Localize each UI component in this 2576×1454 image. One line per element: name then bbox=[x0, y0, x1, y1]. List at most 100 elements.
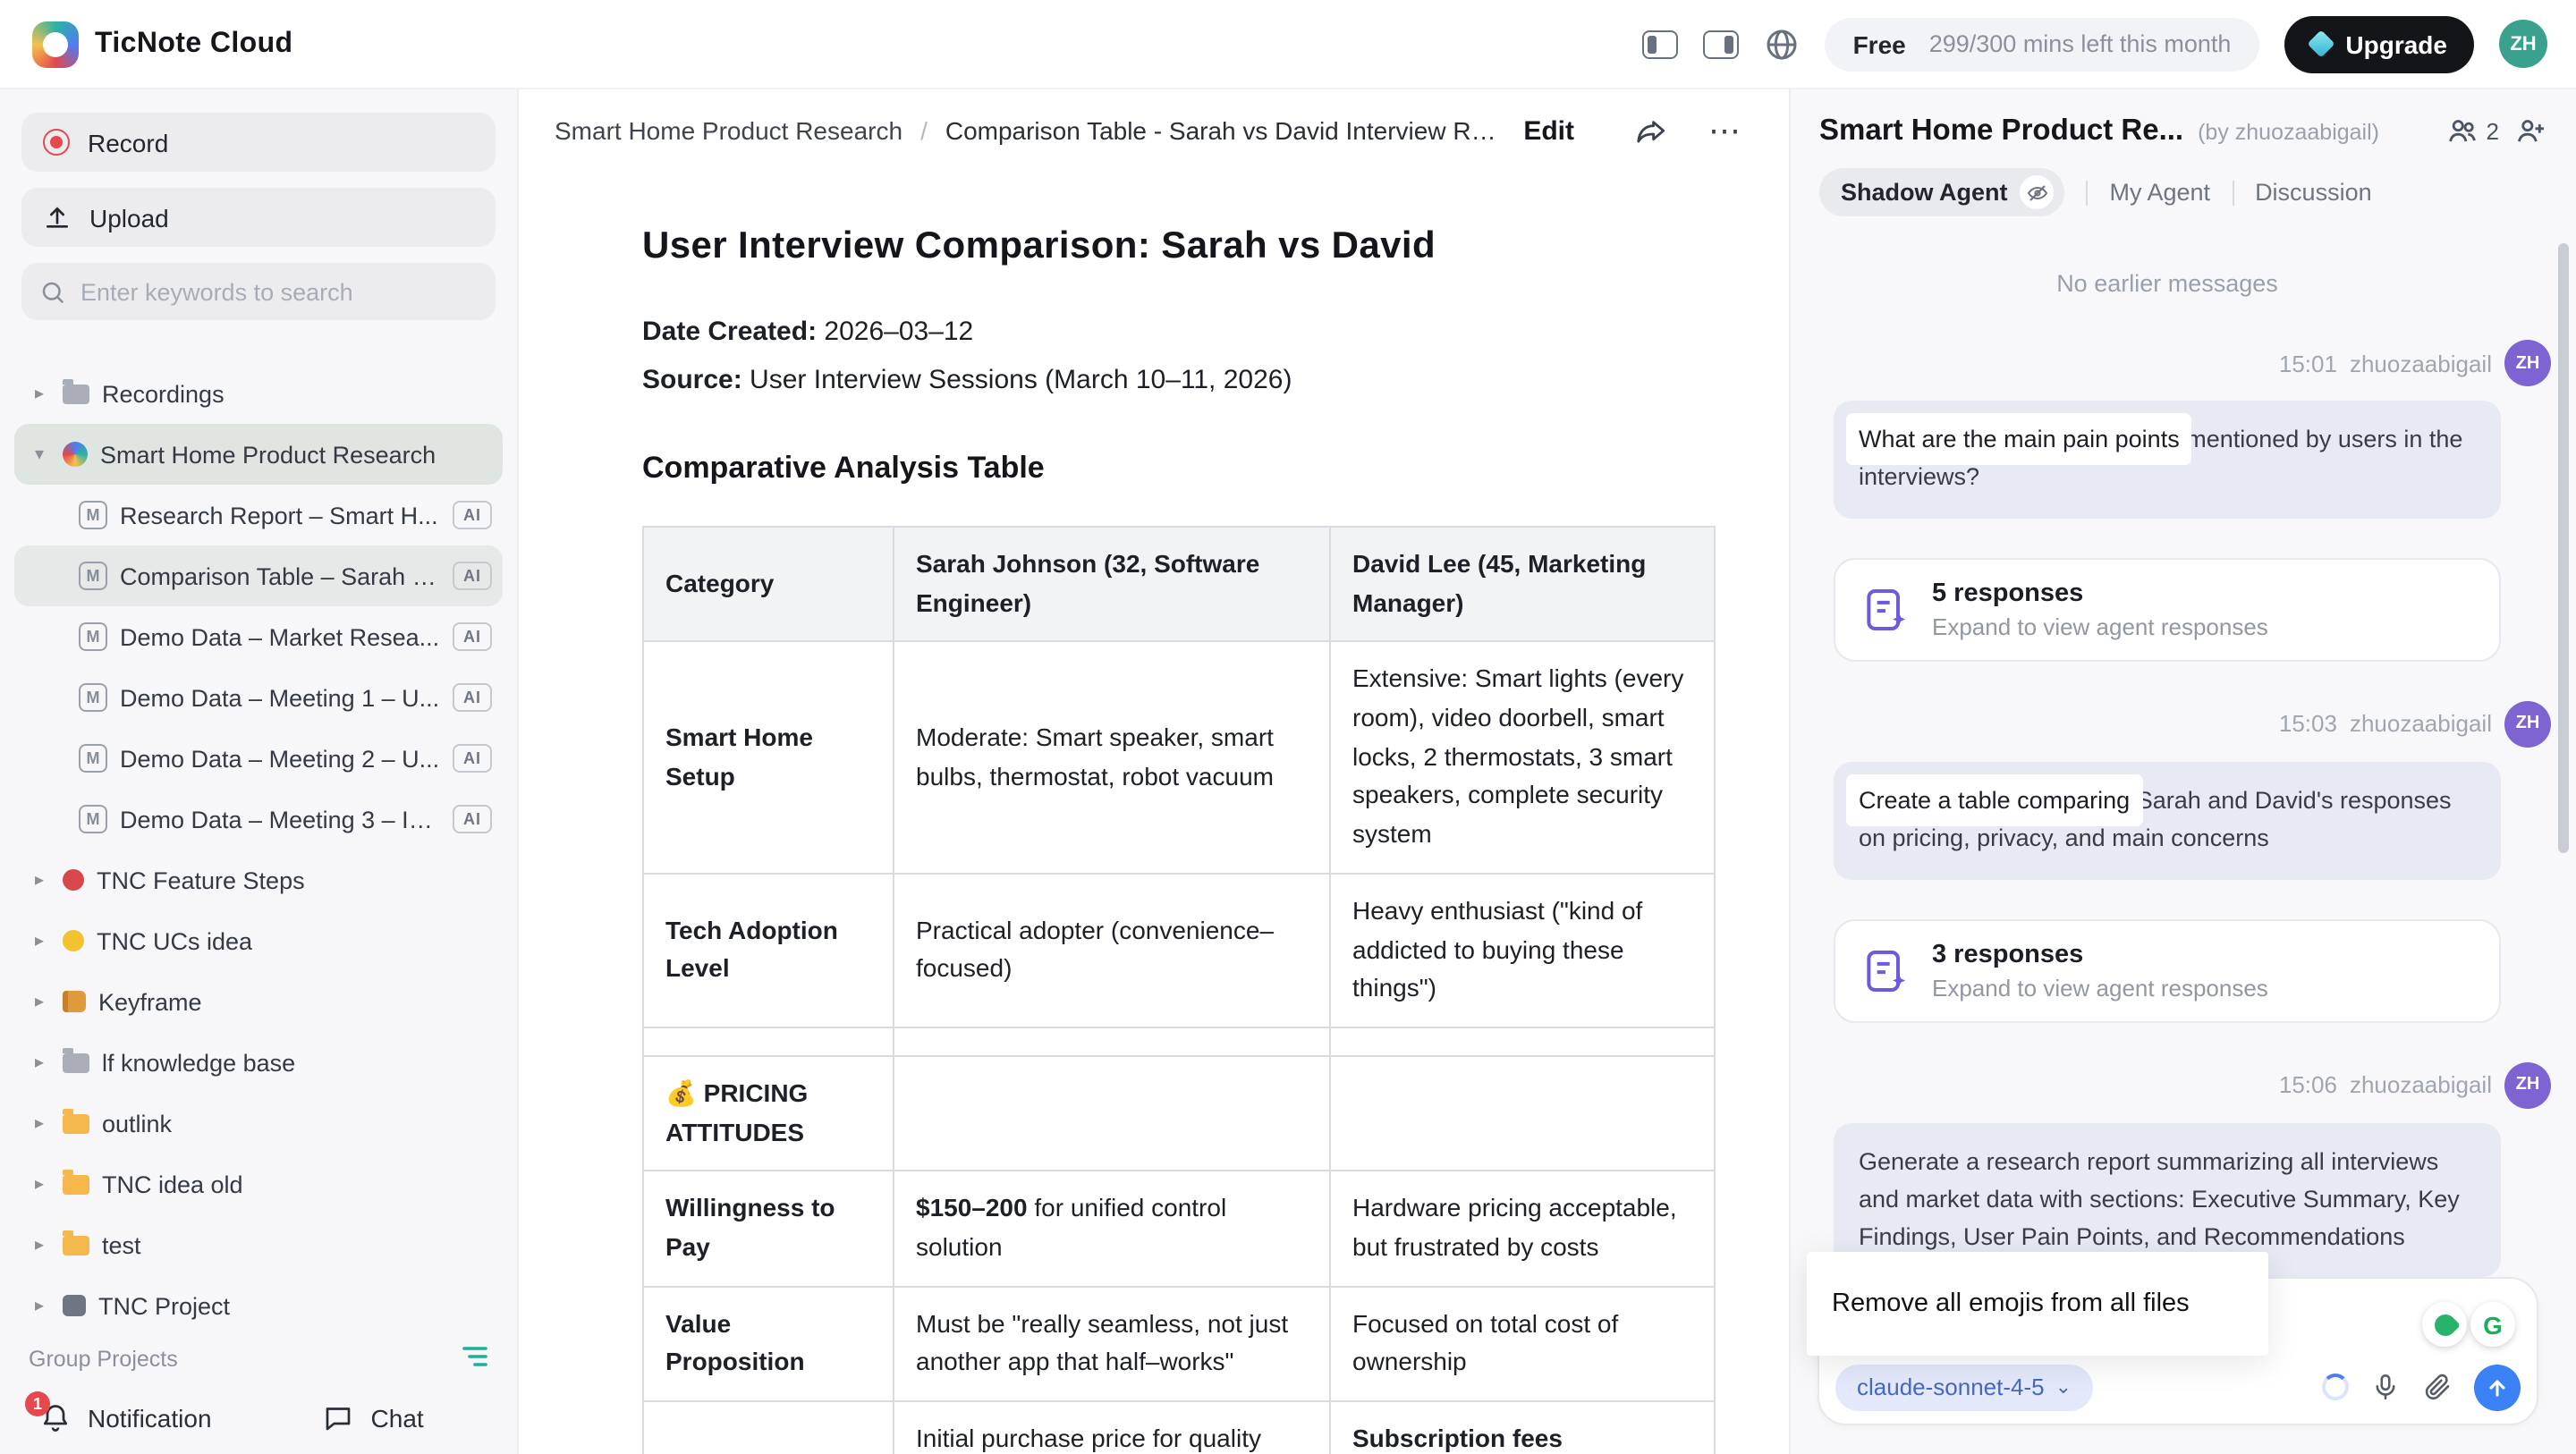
sidebar-item-keyframe[interactable]: ▸ Keyframe bbox=[14, 971, 503, 1032]
breadcrumb-current: Comparison Table - Sarah vs David Interv… bbox=[945, 116, 1506, 145]
record-button[interactable]: Record bbox=[21, 113, 496, 172]
chat-icon bbox=[323, 1402, 355, 1434]
sidebar-item-label: TNC idea old bbox=[102, 1171, 492, 1197]
sidebar-item-smart-home-project[interactable]: ▾ Smart Home Product Research bbox=[14, 424, 503, 485]
table-cell: Must be "really seamless, not just anoth… bbox=[894, 1286, 1330, 1401]
sidebar-item-label: TNC UCs idea bbox=[97, 927, 492, 954]
chevron-right-icon[interactable]: ▸ bbox=[29, 1052, 50, 1072]
add-member-icon[interactable] bbox=[2513, 114, 2547, 148]
agent-responses-card[interactable]: 3 responses Expand to view agent respons… bbox=[1834, 918, 2501, 1022]
toggle-right-panel-icon[interactable] bbox=[1703, 30, 1739, 58]
upload-label: Upload bbox=[89, 203, 169, 232]
share-icon[interactable] bbox=[1635, 114, 1669, 148]
search-box[interactable] bbox=[21, 263, 496, 320]
folder-icon bbox=[63, 1174, 89, 1194]
chevron-right-icon[interactable]: ▸ bbox=[29, 931, 50, 951]
panel-title: Smart Home Product Re... bbox=[1819, 114, 2183, 148]
plan-usage-pill: Free 299/300 mins left this month bbox=[1825, 17, 2260, 71]
sidebar: Record Upload ▸ bbox=[0, 89, 519, 1454]
app-logo[interactable] bbox=[32, 21, 79, 67]
sidebar-item-label: Research Report – Smart H... bbox=[120, 502, 440, 528]
table-cell: Subscription fees bbox=[1330, 1401, 1715, 1454]
table-cell: Initial purchase price for quality bbox=[894, 1401, 1330, 1454]
panel-byline: (by zhuozaabigail) bbox=[2198, 119, 2430, 144]
ai-badge: AI bbox=[453, 562, 492, 590]
eye-off-icon[interactable] bbox=[2021, 175, 2055, 209]
sidebar-item-tnc-ucs-idea[interactable]: ▸ TNC UCs idea bbox=[14, 910, 503, 971]
chevron-down-icon[interactable]: ▾ bbox=[29, 444, 50, 464]
bold-text: Subscription fees bbox=[1352, 1424, 1563, 1452]
chevron-right-icon[interactable]: ▸ bbox=[29, 1296, 50, 1315]
table-row: Smart Home Setup Moderate: Smart speaker… bbox=[643, 642, 1715, 874]
sidebar-item-tnc-idea-old[interactable]: ▸ TNC idea old bbox=[14, 1154, 503, 1214]
more-options-icon[interactable]: ⋯ bbox=[1708, 114, 1742, 147]
grammarly-icon[interactable]: G bbox=[2470, 1302, 2515, 1347]
upgrade-button[interactable]: Upgrade bbox=[2284, 15, 2474, 72]
breadcrumb-root[interactable]: Smart Home Product Research bbox=[555, 116, 902, 145]
responses-doc-icon bbox=[1860, 945, 1911, 995]
attachment-icon[interactable] bbox=[2422, 1372, 2453, 1402]
topbar: TicNote Cloud Free 299/300 mins left thi… bbox=[0, 0, 2576, 89]
chevron-right-icon[interactable]: ▸ bbox=[29, 1113, 50, 1133]
sidebar-item-demo-market-research[interactable]: M Demo Data – Market Resea... AI bbox=[14, 606, 503, 667]
chevron-right-icon[interactable]: ▸ bbox=[29, 1174, 50, 1194]
sidebar-item-demo-meeting-2[interactable]: M Demo Data – Meeting 2 – U... AI bbox=[14, 728, 503, 789]
model-selector[interactable]: claude-sonnet-4-5 ⌄ bbox=[1835, 1364, 2093, 1410]
message-author: zhuozaabigail bbox=[2350, 711, 2492, 738]
avatar: ZH bbox=[2504, 340, 2551, 386]
chevron-right-icon[interactable]: ▸ bbox=[29, 992, 50, 1011]
group-projects-list-icon[interactable] bbox=[462, 1345, 488, 1374]
notification-button[interactable]: 1 Notification bbox=[39, 1402, 212, 1434]
no-earlier-messages: No earlier messages bbox=[1834, 270, 2501, 297]
avatar: ZH bbox=[2504, 1061, 2551, 1108]
ai-badge: AI bbox=[453, 805, 492, 833]
sidebar-item-demo-meeting-1[interactable]: M Demo Data – Meeting 1 – U... AI bbox=[14, 667, 503, 728]
panel-tabs: Shadow Agent My Agent Discussion bbox=[1791, 148, 2576, 231]
sidebar-item-demo-meeting-3[interactable]: M Demo Data – Meeting 3 – In... AI bbox=[14, 789, 503, 850]
search-input[interactable] bbox=[80, 278, 478, 305]
responses-count: 3 responses bbox=[1932, 940, 2268, 968]
table-cell bbox=[894, 1056, 1330, 1171]
sidebar-item-research-report[interactable]: M Research Report – Smart H... AI bbox=[14, 485, 503, 545]
browser-extensions: G bbox=[2422, 1302, 2515, 1347]
edit-button[interactable]: Edit bbox=[1523, 115, 1574, 146]
source-value: User Interview Sessions (March 10–11, 20… bbox=[742, 365, 1292, 395]
chat-message: 15:03 zhuozaabigail ZH Create a table co… bbox=[1834, 701, 2501, 1023]
model-name: claude-sonnet-4-5 bbox=[1857, 1374, 2045, 1400]
tab-discussion[interactable]: Discussion bbox=[2255, 179, 2372, 206]
members-button[interactable]: 2 bbox=[2445, 114, 2499, 148]
chevron-right-icon[interactable]: ▸ bbox=[29, 1235, 50, 1255]
mic-icon[interactable] bbox=[2370, 1372, 2401, 1402]
ai-badge: AI bbox=[453, 622, 492, 651]
chat-button[interactable]: Chat bbox=[323, 1402, 424, 1434]
tab-my-agent[interactable]: My Agent bbox=[2110, 179, 2211, 206]
user-avatar[interactable]: ZH bbox=[2499, 20, 2547, 68]
sidebar-item-tnc-project[interactable]: ▸ TNC Project bbox=[14, 1275, 503, 1336]
draft-input[interactable]: Remove all emojis from all files bbox=[1807, 1252, 2268, 1356]
minutes-left-text: 299/300 mins left this month bbox=[1929, 30, 2232, 57]
sidebar-item-tnc-feature-steps[interactable]: ▸ TNC Feature Steps bbox=[14, 850, 503, 910]
tab-shadow-agent[interactable]: Shadow Agent bbox=[1819, 168, 2065, 216]
sidebar-item-recordings[interactable]: ▸ Recordings bbox=[14, 363, 503, 424]
table-cell: Extensive: Smart lights (every room), vi… bbox=[1330, 642, 1715, 874]
table-cell: Practical adopter (convenience–focused) bbox=[894, 874, 1330, 1027]
sidebar-item-comparison-table[interactable]: M Comparison Table – Sarah v... AI bbox=[14, 545, 503, 606]
table-cell: Value Proposition bbox=[643, 1286, 894, 1401]
sidebar-item-label: Demo Data – Meeting 1 – U... bbox=[120, 684, 440, 711]
send-button[interactable] bbox=[2474, 1364, 2521, 1410]
avatar: ZH bbox=[2504, 701, 2551, 748]
sidebar-item-knowledge-base[interactable]: ▸ lf knowledge base bbox=[14, 1032, 503, 1093]
section-heading: Comparative Analysis Table bbox=[642, 451, 1717, 486]
toggle-left-panel-icon[interactable] bbox=[1642, 30, 1678, 58]
sidebar-item-test[interactable]: ▸ test bbox=[14, 1214, 503, 1275]
ai-badge: AI bbox=[453, 683, 492, 712]
agent-responses-card[interactable]: 5 responses Expand to view agent respons… bbox=[1834, 558, 2501, 662]
upload-button[interactable]: Upload bbox=[21, 188, 496, 247]
chevron-right-icon[interactable]: ▸ bbox=[29, 870, 50, 890]
globe-icon[interactable] bbox=[1764, 26, 1800, 62]
sidebar-item-outlink[interactable]: ▸ outlink bbox=[14, 1093, 503, 1154]
chevron-right-icon[interactable]: ▸ bbox=[29, 384, 50, 403]
scrollbar-thumb[interactable] bbox=[2558, 243, 2569, 853]
table-row: Willingness to Pay $150–200 for unified … bbox=[643, 1171, 1715, 1287]
extension-leaf-icon[interactable] bbox=[2422, 1302, 2467, 1347]
